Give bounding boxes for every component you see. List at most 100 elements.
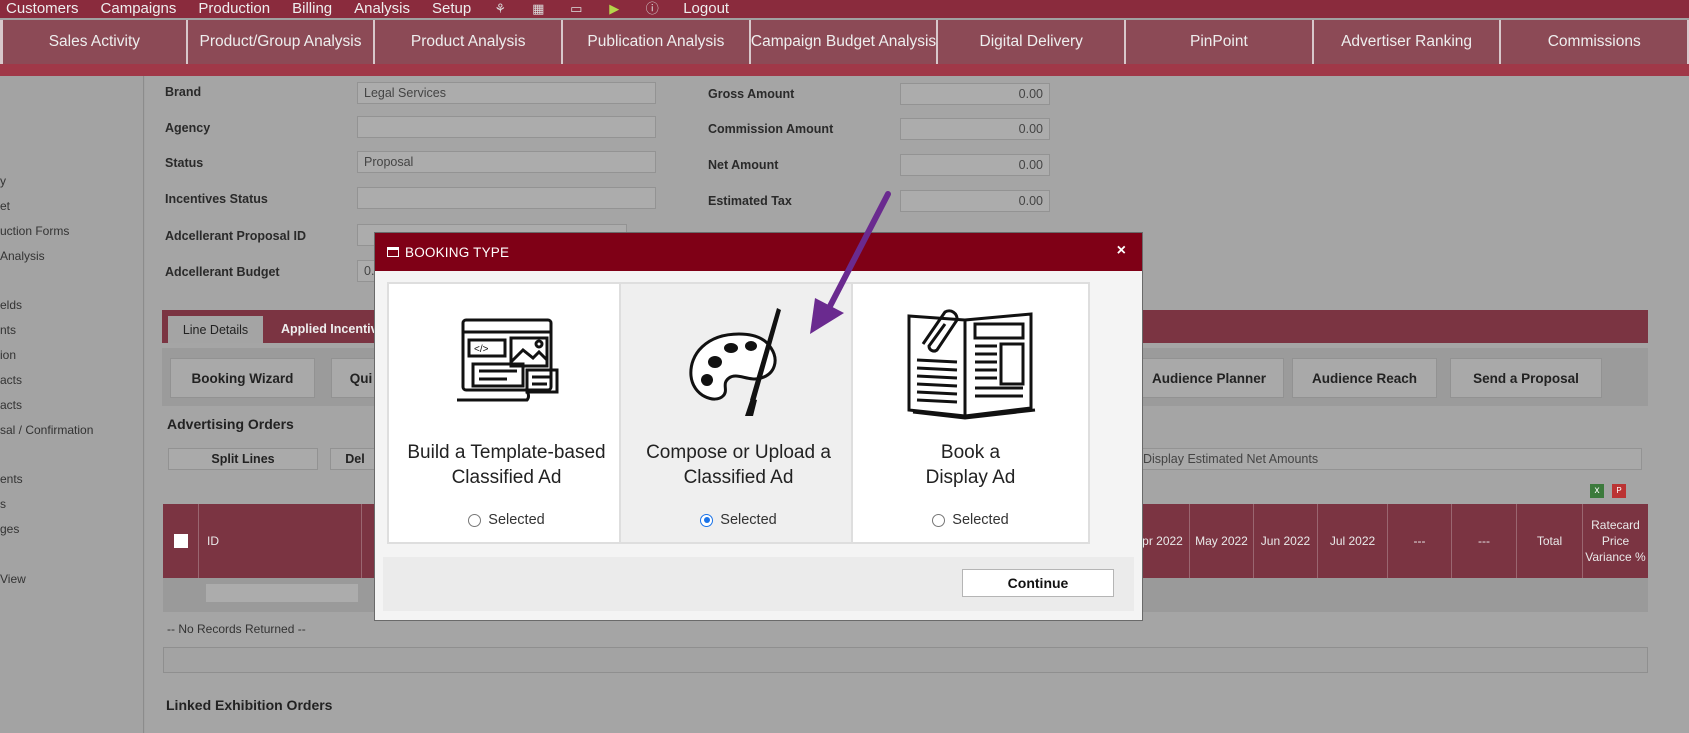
menu-billing[interactable]: Billing bbox=[292, 0, 332, 18]
header-blank-2[interactable]: --- bbox=[1452, 504, 1517, 578]
left-nav-item[interactable]: acts bbox=[0, 373, 22, 387]
option-radio[interactable]: Selected bbox=[621, 512, 856, 528]
option-caption: Book a Display Ad bbox=[853, 440, 1088, 490]
left-nav-item[interactable]: et bbox=[0, 199, 10, 213]
header-ratecard-variance[interactable]: Ratecard Price Variance % bbox=[1583, 504, 1648, 578]
dialog-footer: Continue bbox=[383, 557, 1134, 611]
header-jun-2022[interactable]: Jun 2022 bbox=[1254, 504, 1318, 578]
left-nav-item[interactable]: sal / Confirmation bbox=[0, 423, 93, 437]
tab-applied-incentives[interactable]: Applied Incentiv bbox=[281, 316, 378, 343]
menu-logout[interactable]: Logout bbox=[683, 0, 729, 18]
header-jul-2022[interactable]: Jul 2022 bbox=[1318, 504, 1388, 578]
radio-label: Selected bbox=[720, 512, 777, 528]
radio-button-selected[interactable] bbox=[700, 513, 714, 527]
no-records-text: -- No Records Returned -- bbox=[167, 622, 306, 636]
select-all-checkbox[interactable] bbox=[173, 534, 188, 548]
audience-reach-button[interactable]: Audience Reach bbox=[1292, 358, 1437, 398]
tab-advertiser-ranking[interactable]: Advertiser Ranking bbox=[1313, 20, 1502, 64]
brand-label: Brand bbox=[165, 85, 202, 99]
left-nav-item[interactable]: uction Forms bbox=[0, 224, 69, 238]
tab-sales-activity[interactable]: Sales Activity bbox=[0, 20, 188, 64]
menu-production[interactable]: Production bbox=[198, 0, 270, 18]
select-all-cell bbox=[163, 504, 199, 578]
tab-product-analysis[interactable]: Product Analysis bbox=[375, 20, 564, 64]
header-may-2022[interactable]: May 2022 bbox=[1190, 504, 1254, 578]
tab-commissions[interactable]: Commissions bbox=[1501, 20, 1689, 64]
grid-footer-row bbox=[163, 647, 1648, 673]
tab-digital-delivery[interactable]: Digital Delivery bbox=[938, 20, 1127, 64]
display-amounts-select[interactable]: Display Estimated Net Amounts bbox=[1136, 448, 1642, 470]
incentives-status-field[interactable] bbox=[357, 187, 656, 209]
newspaper-icon bbox=[853, 304, 1088, 424]
network-icon[interactable]: ⚘ bbox=[493, 2, 507, 16]
id-filter-input[interactable] bbox=[206, 584, 358, 602]
excel-export-icon[interactable]: x bbox=[1590, 484, 1604, 498]
close-button[interactable]: × bbox=[1117, 242, 1126, 260]
commission-amount-field: 0.00 bbox=[900, 118, 1050, 140]
media-icon[interactable]: ▶ bbox=[607, 2, 621, 16]
delete-button[interactable]: Del bbox=[330, 448, 380, 470]
net-amount-field: 0.00 bbox=[900, 154, 1050, 176]
menu-analysis[interactable]: Analysis bbox=[354, 0, 410, 18]
agency-label: Agency bbox=[165, 121, 211, 135]
left-nav-item[interactable]: Analysis bbox=[0, 249, 45, 263]
booking-type-dialog: BOOKING TYPE × </> Build a Template-base… bbox=[375, 233, 1142, 620]
agency-field[interactable] bbox=[357, 116, 656, 138]
left-nav-item[interactable]: s bbox=[0, 497, 6, 511]
budget-label: Adcellerant Budget bbox=[165, 265, 280, 279]
header-blank-1[interactable]: --- bbox=[1388, 504, 1452, 578]
header-id[interactable]: ID bbox=[199, 504, 362, 578]
option-caption-line1: Compose or Upload a bbox=[646, 442, 831, 463]
chat-icon[interactable]: ▭ bbox=[569, 2, 583, 16]
booking-option-template[interactable]: </> Build a Template-based Classified Ad… bbox=[387, 282, 626, 544]
booking-option-display[interactable]: Book a Display Ad Selected bbox=[851, 282, 1090, 544]
left-nav-item[interactable]: acts bbox=[0, 398, 22, 412]
split-lines-button[interactable]: Split Lines bbox=[168, 448, 318, 470]
booking-wizard-button[interactable]: Booking Wizard bbox=[170, 358, 315, 398]
continue-button[interactable]: Continue bbox=[962, 569, 1114, 597]
status-field[interactable]: Proposal bbox=[357, 151, 656, 173]
tab-pinpoint[interactable]: PinPoint bbox=[1126, 20, 1314, 64]
option-radio[interactable]: Selected bbox=[853, 512, 1088, 528]
tab-product-group-analysis[interactable]: Product/Group Analysis bbox=[187, 20, 376, 64]
paint-palette-icon bbox=[621, 304, 856, 424]
left-nav-item[interactable]: nts bbox=[0, 323, 16, 337]
option-caption-line1: Book a bbox=[940, 442, 1001, 463]
analysis-tabs: Sales Activity Product/Group Analysis Pr… bbox=[0, 20, 1689, 64]
option-caption-line2: Classified Ad bbox=[683, 467, 794, 488]
radio-button[interactable] bbox=[468, 513, 482, 527]
proposal-id-label: Adcellerant Proposal ID bbox=[165, 229, 307, 243]
left-nav-item[interactable]: View bbox=[0, 572, 26, 586]
menu-campaigns[interactable]: Campaigns bbox=[101, 0, 177, 18]
menu-setup[interactable]: Setup bbox=[432, 0, 471, 18]
window-icon bbox=[387, 247, 399, 257]
audience-planner-button[interactable]: Audience Planner bbox=[1134, 358, 1284, 398]
incentives-status-label: Incentives Status bbox=[165, 192, 268, 206]
advertising-orders-title: Advertising Orders bbox=[167, 416, 294, 432]
template-layout-icon: </> bbox=[389, 304, 624, 424]
pdf-export-icon[interactable]: P bbox=[1612, 484, 1626, 498]
radio-button[interactable] bbox=[932, 513, 946, 527]
info-icon[interactable]: ⓘ bbox=[645, 2, 659, 16]
left-nav-item[interactable]: elds bbox=[0, 298, 22, 312]
tab-campaign-budget-analysis[interactable]: Campaign Budget Analysis bbox=[750, 20, 939, 64]
left-nav-item[interactable]: y bbox=[0, 174, 6, 188]
header-total[interactable]: Total bbox=[1517, 504, 1583, 578]
linked-exhibition-orders-title: Linked Exhibition Orders bbox=[166, 697, 333, 713]
dialog-title: BOOKING TYPE bbox=[405, 244, 510, 260]
radio-label: Selected bbox=[952, 512, 1009, 528]
left-nav-item[interactable]: ents bbox=[0, 472, 23, 486]
left-nav-item[interactable]: ion bbox=[0, 348, 16, 362]
option-radio[interactable]: Selected bbox=[389, 512, 624, 528]
left-nav: y et uction Forms Analysis elds nts ion … bbox=[0, 76, 144, 733]
tab-publication-analysis[interactable]: Publication Analysis bbox=[563, 20, 751, 64]
left-nav-item[interactable]: ges bbox=[0, 522, 19, 536]
booking-option-compose[interactable]: Compose or Upload a Classified Ad Select… bbox=[619, 282, 858, 544]
tab-line-details[interactable]: Line Details bbox=[168, 316, 263, 343]
brand-field[interactable]: Legal Services bbox=[357, 82, 656, 104]
menu-customers[interactable]: Customers bbox=[6, 0, 79, 18]
grid-icon[interactable]: ▦ bbox=[531, 2, 545, 16]
option-caption-line2: Display Ad bbox=[925, 467, 1016, 488]
estimated-tax-label: Estimated Tax bbox=[708, 194, 792, 208]
send-proposal-button[interactable]: Send a Proposal bbox=[1450, 358, 1602, 398]
